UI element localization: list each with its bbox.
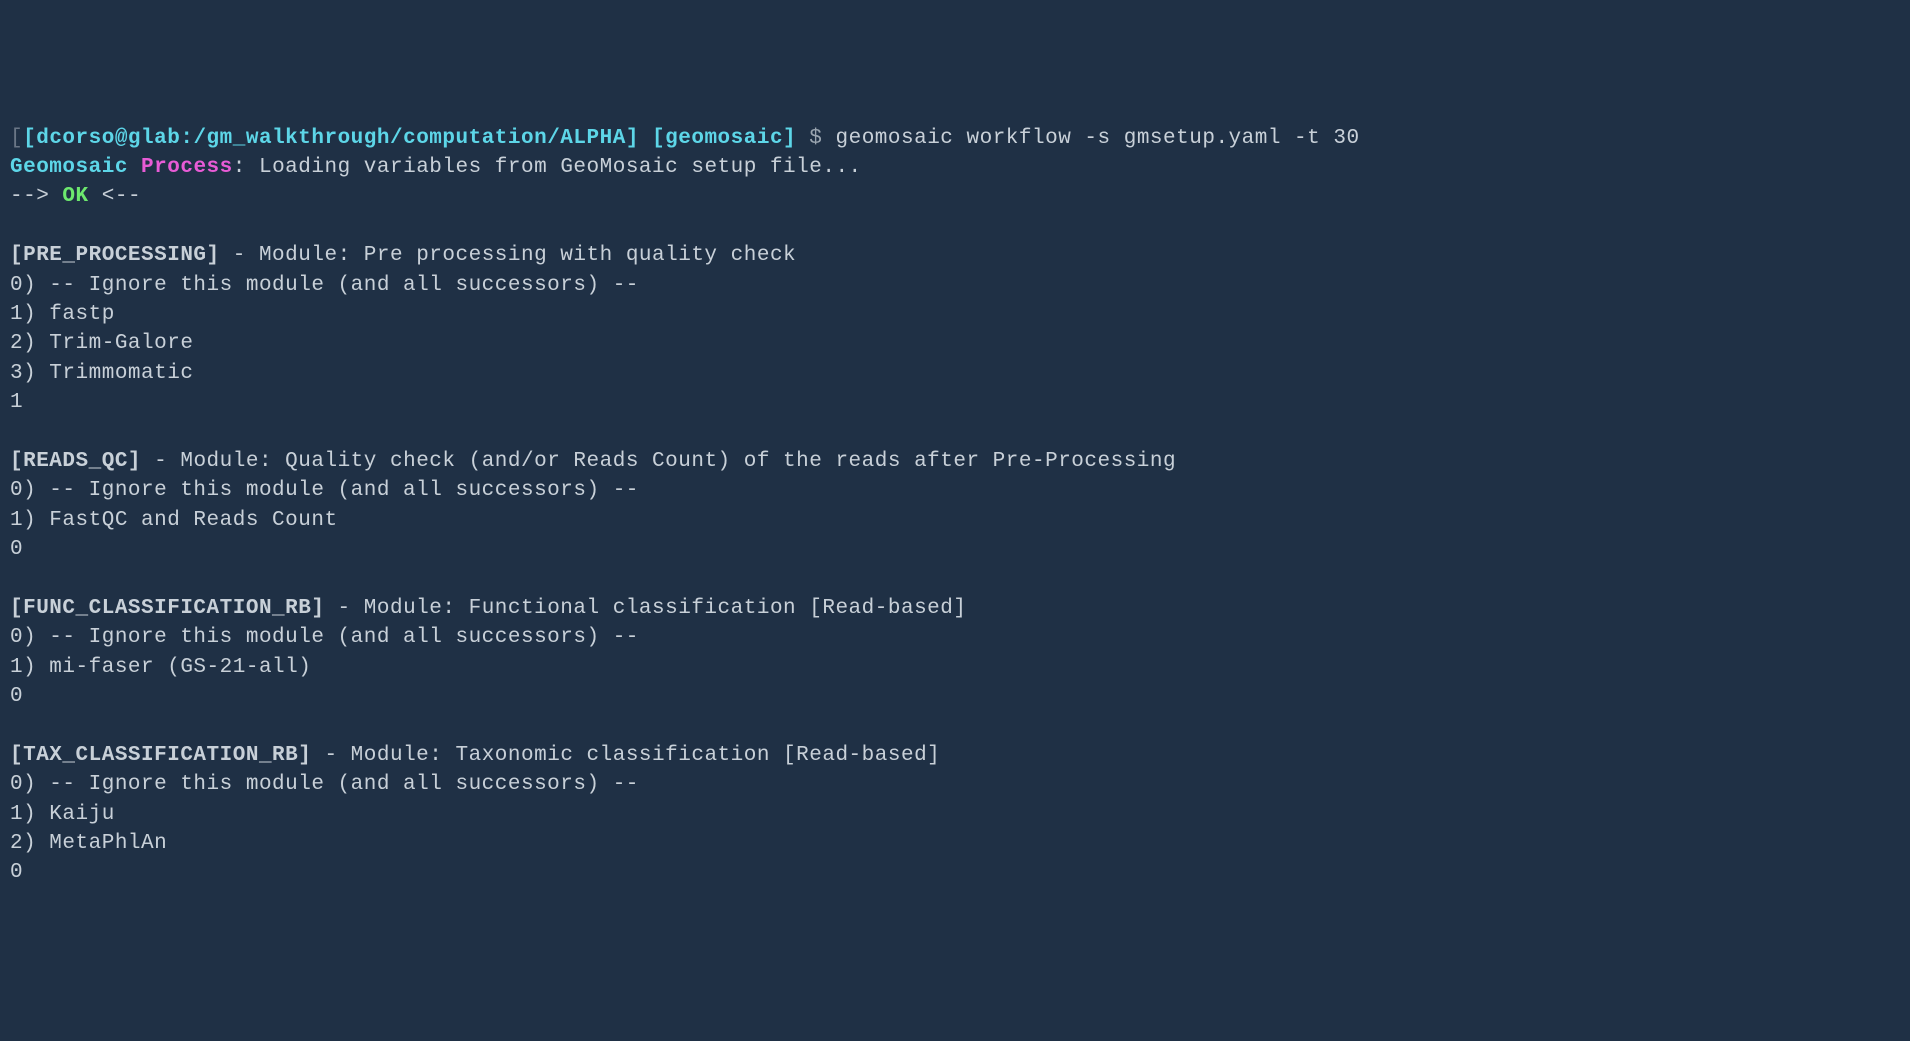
section-tag: [TAX_CLASSIFICATION_RB]: [10, 744, 311, 767]
status-ok: OK: [62, 185, 88, 208]
user-input[interactable]: 0: [10, 538, 23, 561]
section-tag: [READS_QC]: [10, 450, 141, 473]
prompt-bracket: [: [10, 127, 23, 150]
option-line: 3) Trimmomatic: [10, 362, 193, 385]
status-arrow-right: <--: [89, 185, 141, 208]
section-tag: [FUNC_CLASSIFICATION_RB]: [10, 597, 324, 620]
section-sep: -: [141, 450, 180, 473]
option-line: 0) -- Ignore this module (and all succes…: [10, 773, 639, 796]
prompt-path: /gm_walkthrough/computation/ALPHA: [193, 127, 625, 150]
option-line: 1) Kaiju: [10, 803, 115, 826]
user-input[interactable]: 1: [10, 391, 23, 414]
prompt-bracket-close: ]: [626, 127, 639, 150]
section-sep: -: [311, 744, 350, 767]
module-desc: Functional classification [Read-based]: [469, 597, 967, 620]
sections-container: [PRE_PROCESSING] - Module: Pre processin…: [10, 212, 1900, 888]
module-label: Module:: [364, 597, 469, 620]
status-colon: :: [233, 156, 259, 179]
prompt-colon: :: [180, 127, 193, 150]
option-line: 1) fastp: [10, 303, 115, 326]
user-input[interactable]: 0: [10, 685, 23, 708]
prompt-dollar: $: [809, 127, 835, 150]
module-desc: Quality check (and/or Reads Count) of th…: [285, 450, 1176, 473]
prompt-user-host: [dcorso@glab: [23, 127, 180, 150]
option-line: 0) -- Ignore this module (and all succes…: [10, 479, 639, 502]
option-line: 2) MetaPhlAn: [10, 832, 167, 855]
command-text: geomosaic workflow -s gmsetup.yaml -t 30: [835, 127, 1359, 150]
status-word: Process: [141, 156, 233, 179]
prompt-app: [geomosaic]: [639, 127, 809, 150]
section-sep: -: [324, 597, 363, 620]
option-line: 0) -- Ignore this module (and all succes…: [10, 626, 639, 649]
option-line: 1) FastQC and Reads Count: [10, 509, 338, 532]
option-line: 1) mi-faser (GS-21-all): [10, 656, 311, 679]
terminal-output[interactable]: [[dcorso@glab:/gm_walkthrough/computatio…: [10, 124, 1900, 888]
user-input[interactable]: 0: [10, 861, 23, 884]
status-arrow-left: -->: [10, 185, 62, 208]
section-sep: -: [220, 244, 259, 267]
status-prefix: Geomosaic: [10, 156, 141, 179]
status-message: Loading variables from GeoMosaic setup f…: [259, 156, 862, 179]
module-label: Module:: [259, 244, 364, 267]
section-tag: [PRE_PROCESSING]: [10, 244, 220, 267]
module-label: Module:: [180, 450, 285, 473]
module-desc: Taxonomic classification [Read-based]: [456, 744, 941, 767]
option-line: 2) Trim-Galore: [10, 332, 193, 355]
module-desc: Pre processing with quality check: [364, 244, 796, 267]
module-label: Module:: [351, 744, 456, 767]
option-line: 0) -- Ignore this module (and all succes…: [10, 274, 639, 297]
